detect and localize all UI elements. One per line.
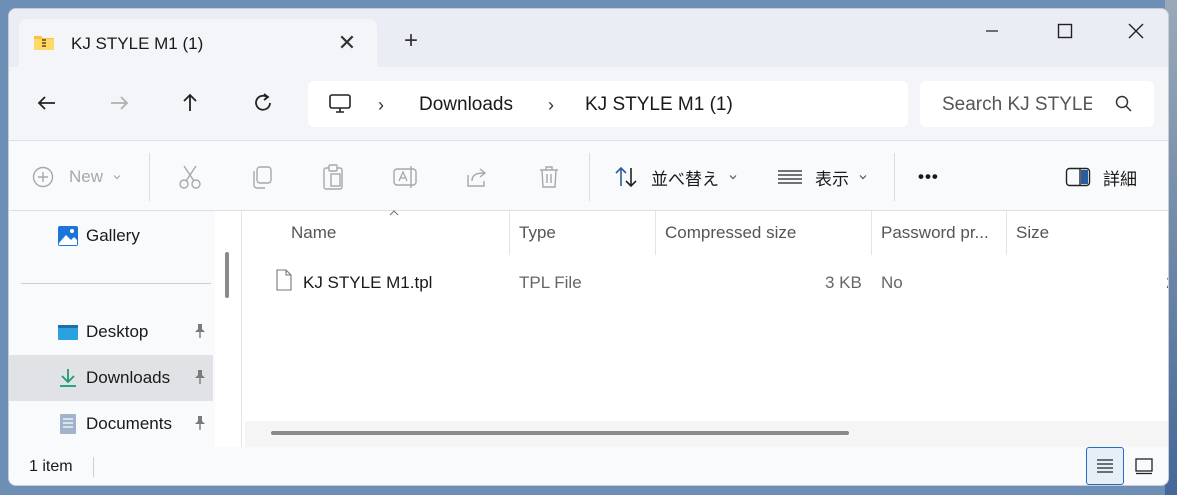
nav-label-gallery: Gallery xyxy=(86,226,140,245)
gallery-icon xyxy=(58,226,78,246)
details-label: 詳細 xyxy=(1103,169,1137,189)
chevron-down-icon xyxy=(113,175,121,180)
zip-folder-icon xyxy=(34,36,54,50)
file-icon xyxy=(276,269,292,291)
nav-divider xyxy=(21,283,211,284)
file-explorer-window: KJ STYLE M1 (1) ✕ + › Downloads › KJ STY… xyxy=(8,8,1169,486)
file-type: TPL File xyxy=(519,273,582,292)
table-row[interactable]: KJ STYLE M1.tpl TPL File 3 KB No 2 xyxy=(245,211,1168,311)
nav-item-documents[interactable]: Documents xyxy=(9,401,213,447)
maximize-icon xyxy=(1057,23,1073,39)
title-bar: KJ STYLE M1 (1) ✕ + xyxy=(9,9,1168,67)
more-options-button[interactable]: ••• xyxy=(918,163,939,191)
pin-icon[interactable] xyxy=(193,369,207,385)
toolbar-divider xyxy=(894,153,895,201)
maximize-button[interactable] xyxy=(1042,19,1088,43)
view-label: 表示 xyxy=(815,169,849,189)
nav-item-desktop[interactable]: Desktop xyxy=(9,309,213,355)
minimize-icon xyxy=(986,30,998,32)
breadcrumb-chevron-icon[interactable]: › xyxy=(378,95,384,116)
chevron-down-icon xyxy=(859,175,867,180)
pane-splitter[interactable] xyxy=(241,211,242,447)
more-icon: ••• xyxy=(918,167,939,186)
sort-icon xyxy=(615,166,637,188)
tiles-view-button[interactable] xyxy=(1125,447,1163,485)
desktop-icon xyxy=(58,325,78,340)
item-count: 1 item xyxy=(29,458,73,475)
status-bar: 1 item xyxy=(9,447,1168,485)
breadcrumb-downloads[interactable]: Downloads xyxy=(419,94,513,116)
tab-title: KJ STYLE M1 (1) xyxy=(71,34,204,53)
pin-icon[interactable] xyxy=(193,323,207,339)
up-arrow-icon[interactable] xyxy=(176,89,204,117)
nav-label-documents: Documents xyxy=(86,414,172,433)
tiles-view-icon xyxy=(1135,458,1153,475)
this-pc-icon[interactable] xyxy=(328,93,352,115)
file-compressed-size: 3 KB xyxy=(825,273,862,292)
new-button[interactable]: New xyxy=(31,163,123,191)
minimize-button[interactable] xyxy=(969,19,1015,43)
scrollbar-thumb[interactable] xyxy=(271,431,849,435)
plus-circle-icon xyxy=(32,166,54,188)
rename-icon[interactable] xyxy=(392,163,418,191)
sort-button[interactable]: 並べ替え xyxy=(613,163,739,191)
view-list-icon xyxy=(778,170,802,184)
pin-icon[interactable] xyxy=(193,415,207,431)
file-name: KJ STYLE M1.tpl xyxy=(303,273,433,292)
tab-kj-style[interactable]: KJ STYLE M1 (1) ✕ xyxy=(19,19,377,67)
details-pane-button[interactable]: 詳細 xyxy=(1065,163,1137,191)
breadcrumb-chevron-icon[interactable]: › xyxy=(548,95,554,116)
close-window-button[interactable] xyxy=(1113,19,1159,43)
toolbar-divider xyxy=(589,153,590,201)
sort-label: 並べ替え xyxy=(651,169,719,189)
back-arrow-icon[interactable] xyxy=(33,89,61,117)
view-button[interactable]: 表示 xyxy=(777,163,869,191)
search-box[interactable]: Search KJ STYLE M1 (1) xyxy=(920,81,1154,127)
command-bar: New 並べ替え 表示 ••• 詳細 xyxy=(9,141,1168,211)
search-input[interactable]: Search KJ STYLE M1 (1) xyxy=(942,94,1092,116)
chevron-down-icon xyxy=(729,175,737,180)
copy-icon[interactable] xyxy=(249,163,275,191)
close-icon xyxy=(1128,23,1144,39)
file-size: 2 xyxy=(1166,273,1168,293)
file-password: No xyxy=(881,273,903,292)
details-pane-icon xyxy=(1065,167,1091,187)
share-icon[interactable] xyxy=(464,163,490,191)
details-view-button[interactable] xyxy=(1086,447,1124,485)
close-tab-icon[interactable]: ✕ xyxy=(335,31,359,55)
status-divider xyxy=(93,457,94,477)
nav-label-desktop: Desktop xyxy=(86,322,149,341)
address-bar[interactable]: › Downloads › KJ STYLE M1 (1) xyxy=(308,81,908,127)
refresh-icon[interactable] xyxy=(249,89,277,117)
nav-item-gallery[interactable]: Gallery xyxy=(9,213,213,259)
horizontal-scrollbar[interactable] xyxy=(245,421,1168,447)
details-view-icon xyxy=(1097,459,1113,473)
forward-arrow-icon[interactable] xyxy=(105,89,133,117)
nav-label-downloads: Downloads xyxy=(86,368,171,387)
file-list: Name Type Compressed size Password pr...… xyxy=(245,210,1168,447)
documents-icon xyxy=(60,414,76,434)
paste-icon[interactable] xyxy=(320,163,346,191)
delete-icon[interactable] xyxy=(536,163,562,191)
address-bar-row: › Downloads › KJ STYLE M1 (1) Search KJ … xyxy=(9,67,1168,141)
search-icon[interactable] xyxy=(1114,94,1134,114)
new-tab-icon[interactable]: + xyxy=(399,29,423,53)
breadcrumb-current-folder[interactable]: KJ STYLE M1 (1) xyxy=(585,94,733,116)
nav-scrollbar[interactable] xyxy=(225,252,229,298)
nav-item-downloads[interactable]: Downloads xyxy=(9,355,213,401)
navigation-pane: Gallery Desktop Downloads Documents xyxy=(9,211,215,447)
cut-icon[interactable] xyxy=(177,163,203,191)
toolbar-divider xyxy=(149,153,150,201)
downloads-icon xyxy=(60,369,76,387)
new-label: New xyxy=(69,167,104,186)
